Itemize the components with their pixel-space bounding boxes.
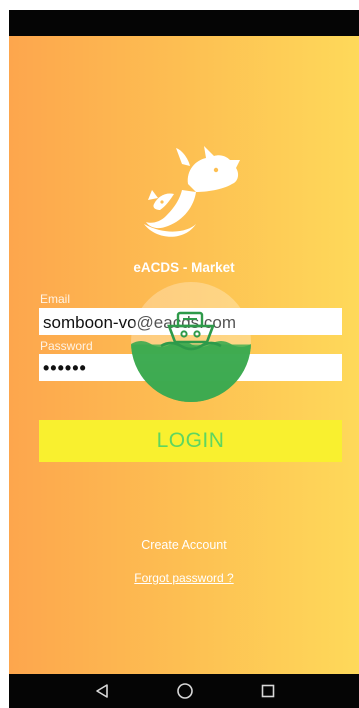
dog-cat-logo-icon	[144, 146, 240, 237]
recents-button[interactable]	[257, 680, 279, 702]
loading-overlay	[131, 282, 251, 402]
password-label: Password	[40, 339, 93, 353]
back-triangle-icon	[96, 684, 108, 698]
home-circle-icon	[177, 683, 193, 699]
email-label: Email	[40, 292, 71, 306]
email-field[interactable]	[39, 308, 342, 335]
password-field[interactable]	[39, 354, 342, 381]
android-nav-bar	[9, 674, 359, 708]
create-account-link[interactable]: Create Account	[9, 538, 359, 552]
back-button[interactable]	[91, 680, 113, 702]
boat-on-water-icon	[131, 311, 251, 402]
forgot-password-link[interactable]: Forgot password ?	[9, 571, 359, 585]
recents-square-icon	[261, 684, 275, 698]
login-button[interactable]: LOGIN	[39, 420, 342, 462]
login-screen: eACDS - Market Email Password LOGIN Crea…	[9, 36, 359, 674]
status-bar	[9, 10, 359, 36]
app-title: eACDS - Market	[133, 260, 235, 275]
home-button[interactable]	[174, 680, 196, 702]
